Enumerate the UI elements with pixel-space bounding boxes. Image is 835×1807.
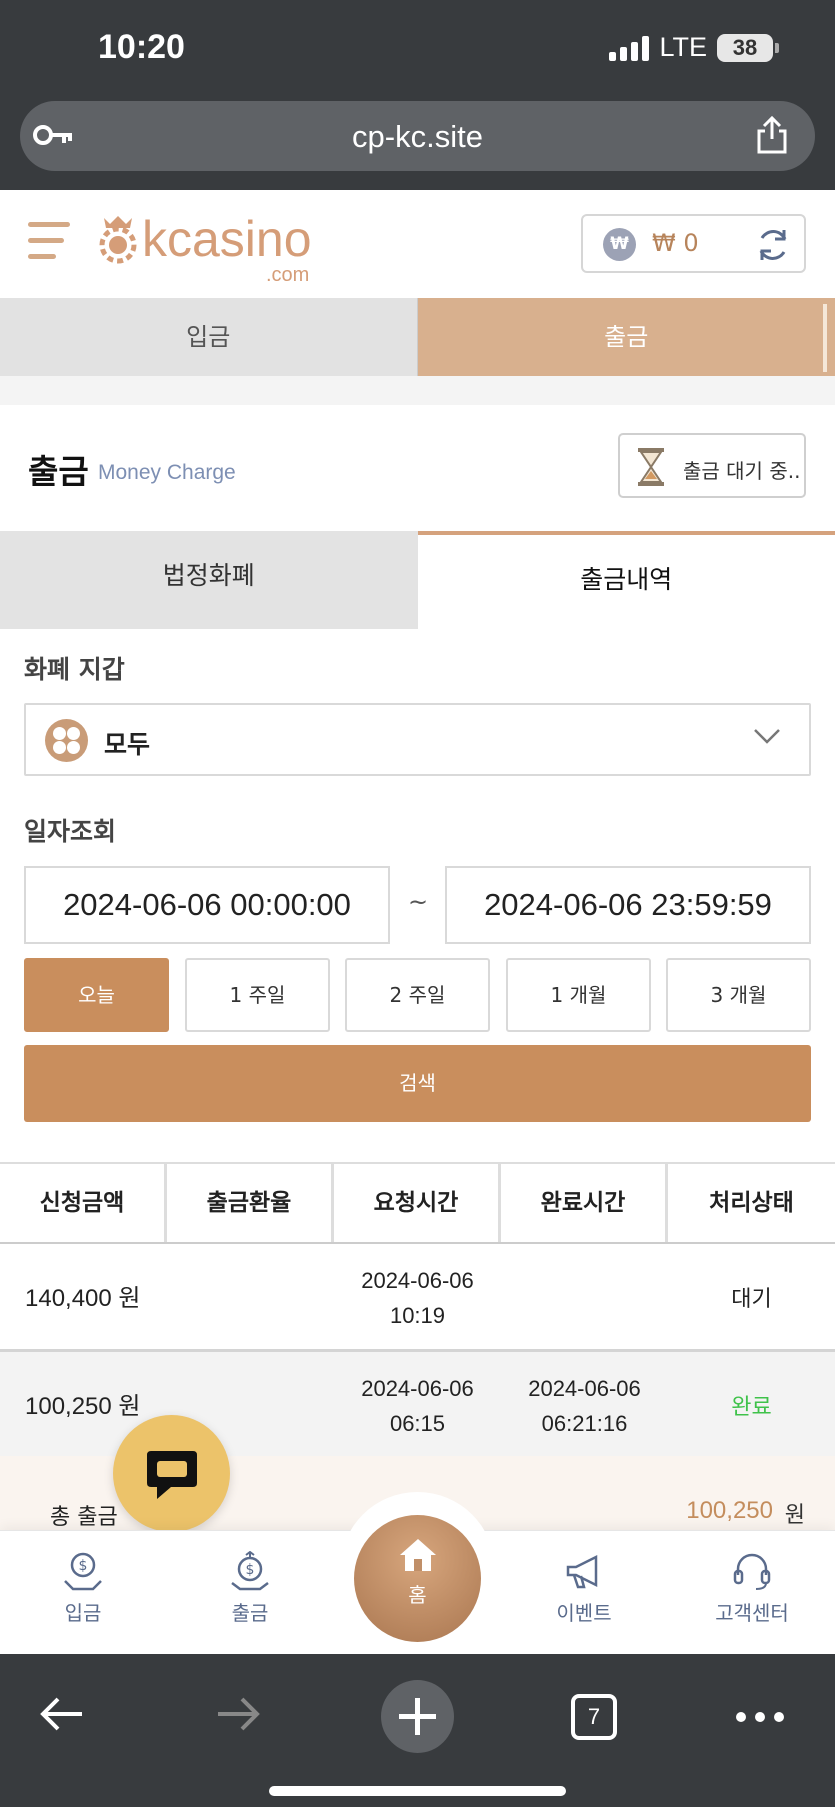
nav-deposit-label: 입금 [64,1601,102,1625]
signal-icon [609,35,650,61]
tabs-button[interactable]: 7 [571,1694,617,1740]
home-icon [399,1539,436,1571]
column-header-rate: 출금환율 [167,1164,334,1242]
svg-text:$: $ [79,1558,88,1574]
refresh-icon[interactable] [754,226,792,268]
site-header: kcasino .com ₩ ₩ 0 [0,190,835,298]
column-header-requested: 요청시간 [334,1164,501,1242]
amount-cell: 140,400 원 [25,1284,141,1312]
range-2week-button[interactable]: 2 주일 [345,958,490,1032]
range-today-button[interactable]: 오늘 [24,958,169,1032]
status-time: 10:20 [98,28,185,66]
requested-date: 2024-06-06 [361,1268,474,1293]
network-label: LTE [659,32,707,62]
table-header: 신청금액 출금환율 요청시간 완료시간 처리상태 [0,1162,835,1244]
column-header-amount: 신청금액 [0,1164,167,1242]
home-indicator [269,1786,566,1796]
column-header-completed: 완료시간 [501,1164,668,1242]
nav-event-label: 이벤트 [556,1601,612,1625]
range-1month-button[interactable]: 1 개월 [506,958,651,1032]
page-title: 출금 [28,452,89,491]
wallet-label: 화폐 지갑 [24,655,125,684]
completed-cell [501,1244,668,1352]
browser-toolbar: cp-kc.site [0,95,835,190]
deposit-icon: $ [64,1552,102,1591]
completed-date: 2024-06-06 [528,1376,641,1401]
all-wallets-icon [45,719,88,762]
hourglass-icon [636,447,666,491]
completed-time: 06:21:16 [541,1411,628,1436]
more-icon[interactable] [736,1712,784,1722]
menu-icon[interactable] [28,222,70,270]
logo[interactable]: kcasino .com [94,211,312,286]
tab-fiat[interactable]: 법정화폐 [0,531,418,629]
status-cell: 완료 [731,1393,772,1419]
browser-bottom-bar: 7 [0,1654,835,1807]
wallet-select-value: 모두 [104,730,151,759]
wallet-select[interactable]: 모두 [24,703,811,776]
status-cell: 대기 [731,1285,772,1311]
rate-cell [167,1244,334,1352]
svg-text:$: $ [246,1562,255,1578]
sub-tabs: 법정화폐 출금내역 [0,531,835,629]
date-from-input[interactable]: 2024-06-06 00:00:00 [24,866,390,944]
chevron-down-icon [753,727,781,749]
range-1week-button[interactable]: 1 주일 [185,958,330,1032]
requested-time: 06:15 [389,1411,446,1436]
column-header-status: 처리상태 [709,1190,794,1216]
table-row: 140,400 원 2024-06-06 10:19 대기 [0,1244,835,1352]
chat-button[interactable] [113,1415,230,1532]
nav-withdraw-label: 출금 [231,1601,269,1625]
battery-icon: 38 [717,33,779,62]
date-to-input[interactable]: 2024-06-06 23:59:59 [445,866,811,944]
range-3month-button[interactable]: 3 개월 [666,958,811,1032]
nav-home[interactable]: 홈 [354,1515,481,1642]
tab-deposit[interactable]: 입금 [0,298,418,376]
tab-withdraw-history[interactable]: 출금내역 [417,531,835,629]
nav-deposit[interactable]: $ 입금 [23,1551,143,1626]
nav-support-label: 고객센터 [715,1601,789,1625]
logo-suffix: .com [266,264,310,286]
back-icon[interactable] [38,1694,86,1738]
status-indicators: LTE 38 [609,32,779,63]
nav-support[interactable]: 고객센터 [692,1551,812,1626]
chat-icon [147,1451,197,1499]
status-bar: 10:20 LTE 38 [0,0,835,95]
main-tabs: 입금 출금 [0,298,835,376]
balance-box: ₩ ₩ 0 [581,214,806,273]
share-icon[interactable] [755,115,789,159]
balance-value: ₩ 0 [652,229,699,257]
withdraw-icon: $ [231,1551,269,1591]
requested-date: 2024-06-06 [361,1376,474,1401]
nav-event[interactable]: 이벤트 [524,1551,644,1626]
completed-cell: 2024-06-06 06:21:16 [501,1352,668,1460]
total-label: 총 출금 [50,1505,118,1530]
total-unit: 원 [784,1503,805,1528]
forward-icon[interactable] [214,1694,262,1738]
won-icon: ₩ [603,228,636,261]
logo-text: kcasino [142,211,312,267]
address-bar[interactable]: cp-kc.site [20,101,815,171]
total-amount: 100,250 [686,1497,773,1524]
search-button[interactable]: 검색 [24,1045,811,1122]
date-separator: ~ [408,888,429,916]
pending-withdraw-button[interactable]: 출금 대기 중.. [618,433,806,498]
url-text[interactable]: cp-kc.site [20,119,815,155]
date-label: 일자조회 [24,817,117,846]
tab-withdraw[interactable]: 출금 [417,298,835,376]
requested-time: 10:19 [389,1303,446,1328]
requested-cell: 2024-06-06 10:19 [334,1244,501,1352]
nav-withdraw[interactable]: $ 출금 [190,1551,310,1626]
plus-icon [399,1698,436,1735]
poker-chip-icon [99,216,137,264]
nav-home-label: 홈 [408,1583,427,1607]
megaphone-icon [566,1554,598,1589]
requested-cell: 2024-06-06 06:15 [334,1352,501,1460]
headset-icon [733,1553,771,1590]
new-tab-button[interactable] [381,1680,454,1753]
page-subtitle: Money Charge [98,461,236,484]
pending-withdraw-label: 출금 대기 중.. [683,459,801,483]
